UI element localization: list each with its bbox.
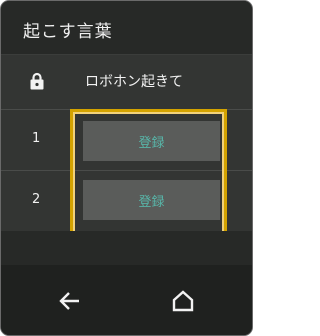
register-button[interactable]: 登録 [83,121,220,161]
phone-screen: 起こす言葉 ロボホン起きて 1 登録 2 登録 [0,0,253,336]
page-title: 起こす言葉 [23,22,113,42]
home-icon[interactable] [171,289,195,313]
title-bar: 起こす言葉 [1,1,252,55]
lock-icon [30,72,44,90]
list-item-locked: ロボホン起きて [1,55,252,110]
list-item: 2 登録 [1,171,252,232]
locked-wake-word: ロボホン起きて [85,74,183,90]
empty-area [1,231,252,265]
navigation-bar [1,265,252,335]
back-arrow-icon[interactable] [59,291,81,311]
list-item: 1 登録 [1,110,252,171]
register-button[interactable]: 登録 [83,180,220,220]
row-number: 2 [32,192,41,207]
row-number: 1 [32,131,41,146]
